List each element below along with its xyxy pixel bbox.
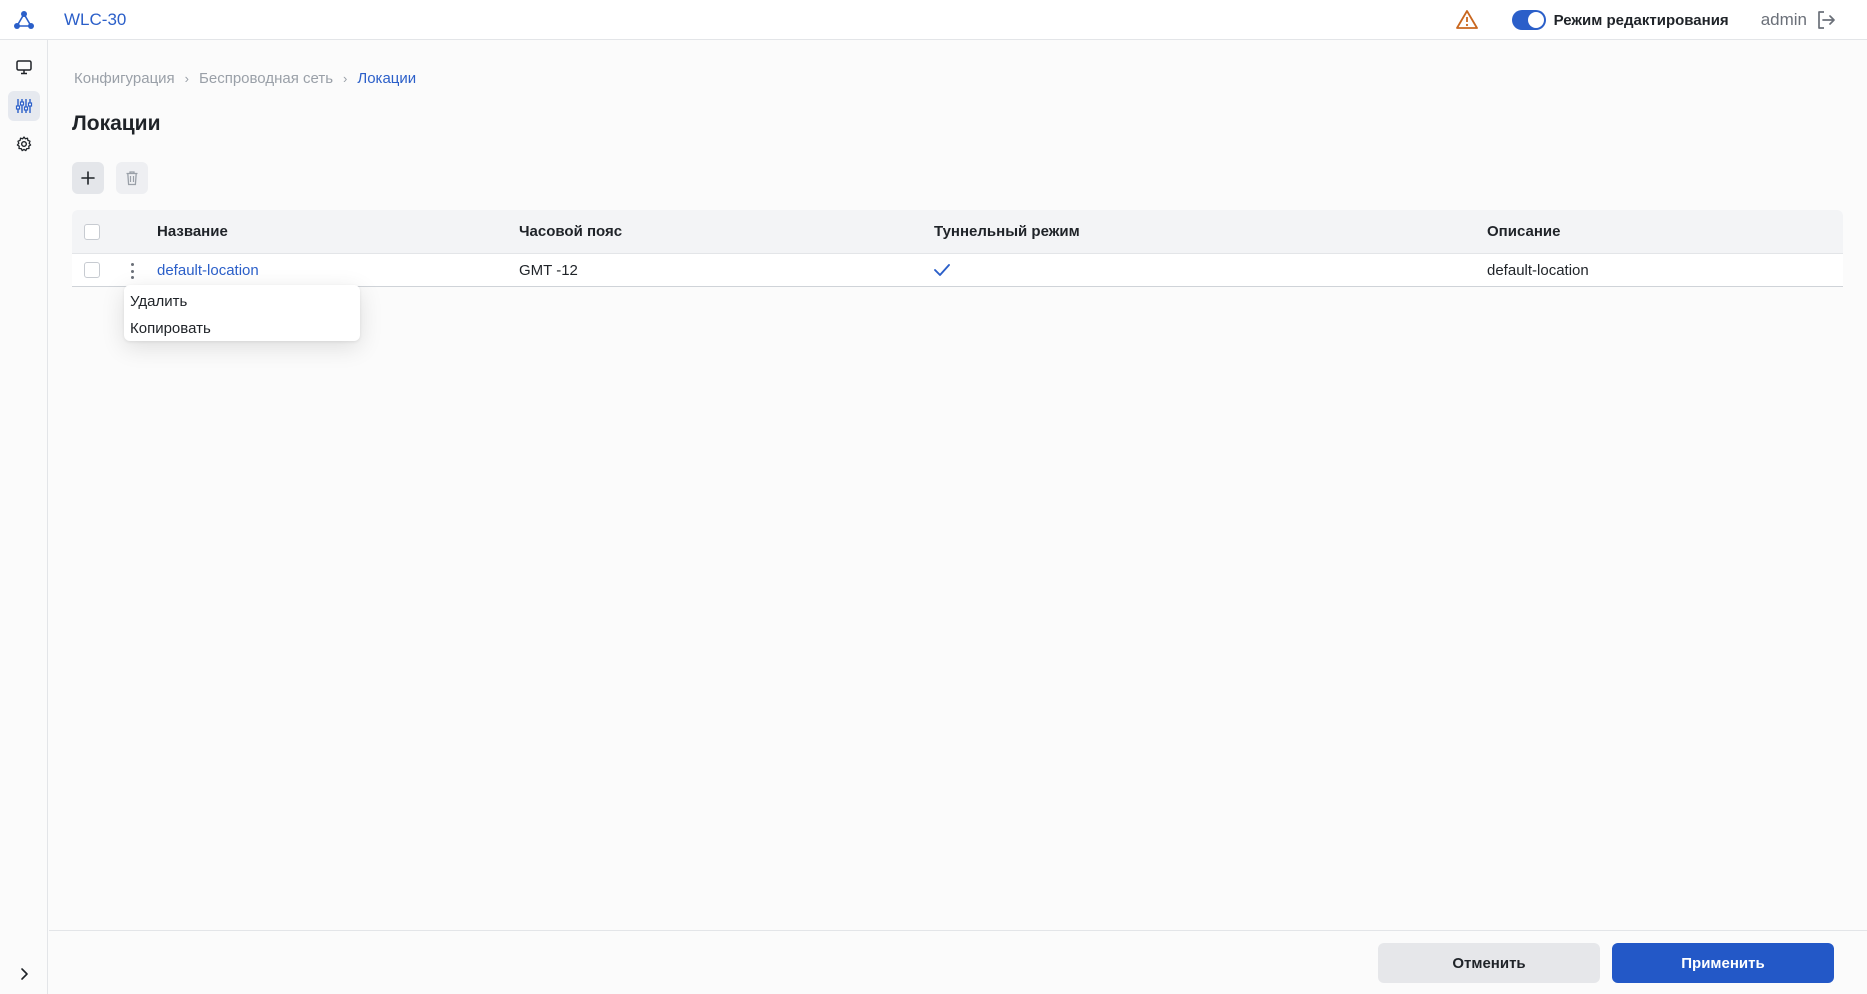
delete-button[interactable]: [116, 162, 148, 194]
breadcrumb-item-configuration[interactable]: Конфигурация: [74, 70, 175, 87]
select-all-checkbox[interactable]: [84, 224, 100, 240]
chevron-right-icon: ›: [343, 71, 348, 86]
location-description: default-location: [1487, 262, 1589, 279]
header-actions: Режим редактирования admin: [1455, 0, 1837, 40]
add-button[interactable]: [72, 162, 104, 194]
sliders-icon: [15, 99, 33, 113]
app-title[interactable]: WLC-30: [64, 10, 126, 30]
row-actions-menu-icon[interactable]: [127, 261, 137, 281]
column-header-name[interactable]: Название: [157, 223, 228, 240]
table-row[interactable]: default-location GMT -12 default-locatio…: [72, 254, 1843, 287]
apply-button[interactable]: Применить: [1612, 943, 1834, 983]
row-checkbox[interactable]: [84, 262, 100, 278]
column-header-description[interactable]: Описание: [1487, 223, 1560, 240]
cancel-button[interactable]: Отменить: [1378, 943, 1600, 983]
menu-item-copy[interactable]: Копировать: [124, 317, 360, 344]
column-header-timezone[interactable]: Часовой пояс: [519, 223, 622, 240]
footer-bar: Отменить Применить: [49, 930, 1867, 994]
logout-icon[interactable]: [1815, 9, 1837, 31]
user-name: admin: [1760, 10, 1807, 29]
sidebar-item-monitoring[interactable]: [8, 52, 40, 82]
logo-icon[interactable]: [13, 9, 35, 31]
menu-item-delete[interactable]: Удалить: [124, 290, 360, 317]
plus-icon: [81, 171, 95, 185]
main-content: Конфигурация › Беспроводная сеть › Локац…: [49, 40, 1867, 930]
gear-icon: [16, 136, 32, 152]
edit-mode-label: Режим редактирования: [1553, 11, 1729, 29]
breadcrumb-item-wireless[interactable]: Беспроводная сеть: [199, 70, 333, 87]
location-name-link[interactable]: default-location: [157, 262, 259, 279]
table-header: Название Часовой пояс Туннельный режим О…: [72, 210, 1843, 254]
chevron-right-icon[interactable]: [14, 964, 34, 984]
checkmark-icon: [934, 264, 950, 276]
breadcrumb: Конфигурация › Беспроводная сеть › Локац…: [74, 70, 416, 87]
trash-icon: [126, 171, 138, 186]
location-timezone: GMT -12: [519, 262, 578, 279]
breadcrumb-item-locations[interactable]: Локации: [357, 70, 416, 87]
sidebar: [0, 40, 48, 994]
locations-table: Название Часовой пояс Туннельный режим О…: [72, 210, 1843, 287]
column-header-tunnel-mode[interactable]: Туннельный режим: [934, 223, 1080, 240]
top-bar: WLC-30 Режим редактирования admin: [0, 0, 1867, 40]
chevron-right-icon: ›: [184, 71, 190, 86]
sidebar-item-settings[interactable]: [8, 129, 40, 159]
edit-mode-toggle[interactable]: [1511, 10, 1546, 30]
sidebar-item-configuration[interactable]: [8, 91, 40, 121]
monitor-icon: [16, 60, 32, 75]
warning-icon[interactable]: [1455, 9, 1478, 31]
row-context-menu: Удалить Копировать: [124, 285, 360, 341]
page-title: Локации: [72, 112, 161, 135]
